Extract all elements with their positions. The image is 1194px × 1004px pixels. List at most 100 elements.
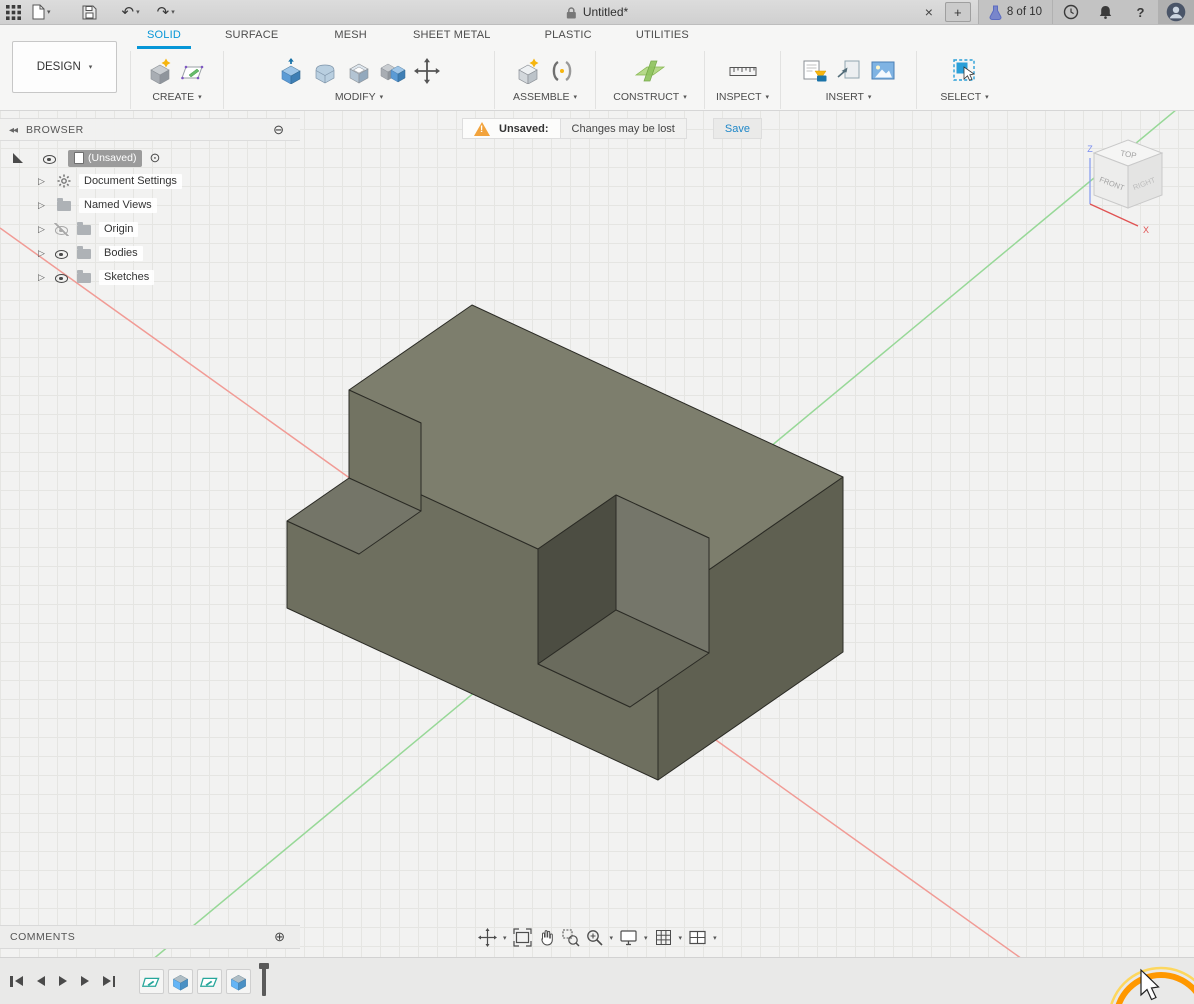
zoom-window-icon[interactable] — [561, 928, 580, 947]
visibility-eye-icon[interactable] — [54, 271, 69, 284]
notifications-button[interactable] — [1088, 0, 1123, 24]
move-icon[interactable] — [414, 58, 440, 84]
save-button[interactable]: Save — [713, 118, 762, 139]
undo-button[interactable]: ↶ ▾ — [122, 5, 140, 20]
new-component-icon[interactable] — [515, 58, 541, 84]
modify-menu[interactable]: MODIFY▾ — [335, 91, 383, 103]
expand-icon[interactable]: ▷ — [38, 272, 51, 283]
item-label[interactable]: Sketches — [99, 270, 154, 285]
redo-icon: ↷ — [157, 5, 170, 20]
construct-menu[interactable]: CONSTRUCT▾ — [613, 91, 686, 103]
fillet-icon[interactable] — [312, 58, 338, 84]
warning-label: Unsaved: — [499, 123, 549, 135]
fit-view-icon[interactable] — [513, 928, 532, 947]
inspect-menu[interactable]: INSPECT▾ — [716, 91, 769, 103]
activate-component-icon[interactable]: ⊙ — [149, 150, 160, 166]
display-settings-icon[interactable] — [619, 928, 638, 947]
skip-to-end-button[interactable] — [103, 976, 116, 987]
insert-svg-icon[interactable] — [802, 58, 828, 84]
create-sketch-icon[interactable] — [181, 58, 207, 84]
save-icon[interactable] — [82, 5, 97, 20]
pan-hand-icon[interactable] — [537, 928, 556, 947]
item-label[interactable]: Origin — [99, 222, 138, 237]
tab-solid[interactable]: SOLID — [137, 24, 191, 49]
shell-icon[interactable] — [346, 58, 372, 84]
expand-icon[interactable]: ▷ — [38, 176, 51, 187]
zoom-caret-icon[interactable]: ▾ — [610, 934, 614, 942]
tab-plastic[interactable]: PLASTIC — [545, 24, 592, 49]
item-label[interactable]: Bodies — [99, 246, 143, 261]
combine-icon[interactable] — [380, 58, 406, 84]
viewports-caret-icon[interactable]: ▾ — [713, 934, 717, 942]
create-menu[interactable]: CREATE▾ — [152, 91, 201, 103]
grid-caret-icon[interactable]: ▾ — [679, 934, 683, 942]
add-comment-icon[interactable]: ⊕ — [274, 929, 285, 945]
browser-minimize-icon[interactable]: ⊖ — [273, 122, 284, 138]
item-label[interactable]: Document Settings — [79, 174, 182, 189]
extrude-feature-icon[interactable] — [168, 969, 193, 994]
insert-menu[interactable]: INSERT▾ — [826, 91, 872, 103]
collapse-panel-icon[interactable]: ◀◀ — [9, 126, 17, 134]
document-icon — [74, 152, 84, 164]
help-button[interactable]: ? — [1123, 0, 1158, 24]
insert-derive-icon[interactable] — [836, 58, 862, 84]
timeline-bar — [0, 957, 1194, 1004]
browser-item-named-views: ▷ Named Views — [0, 193, 300, 217]
visibility-off-eye-icon[interactable] — [54, 223, 69, 236]
fusion-window: ▾ ↶ ▾ ↷ ▾ Untitled* × + 8 of 10 — [0, 0, 1194, 1004]
model-body — [287, 305, 843, 780]
browser-item-bodies: ▷ Bodies — [0, 241, 300, 265]
user-avatar[interactable] — [1158, 0, 1194, 24]
assemble-menu[interactable]: ASSEMBLE▾ — [513, 91, 577, 103]
sketch-feature-icon[interactable] — [197, 969, 222, 994]
file-menu[interactable]: ▾ — [31, 4, 51, 20]
tab-surface[interactable]: SURFACE — [225, 24, 278, 49]
construct-plane-icon[interactable] — [635, 58, 665, 84]
skip-to-start-button[interactable] — [10, 976, 23, 987]
new-tab-button[interactable]: + — [945, 2, 971, 22]
orbit-icon[interactable] — [478, 928, 497, 947]
app-grid-icon[interactable] — [5, 4, 22, 21]
extrude-feature-icon[interactable] — [226, 969, 251, 994]
viewport-canvas[interactable]: ◀◀ BROWSER ⊖ (Unsaved) ⊙ ▷ Document Sett… — [0, 110, 1194, 1004]
orbit-caret-icon[interactable]: ▾ — [503, 934, 507, 942]
recent-activity-button[interactable] — [1053, 0, 1088, 24]
play-button[interactable] — [59, 976, 67, 986]
clock-icon — [1063, 4, 1079, 20]
tab-sheet-metal[interactable]: SHEET METAL — [413, 24, 491, 49]
insert-image-icon[interactable] — [870, 58, 896, 84]
display-caret-icon[interactable]: ▾ — [644, 934, 648, 942]
joint-icon[interactable] — [549, 58, 575, 84]
root-document-chip[interactable]: (Unsaved) — [68, 150, 142, 167]
workspace-selector[interactable]: DESIGN ▾ — [12, 41, 117, 93]
step-forward-button[interactable] — [81, 976, 89, 986]
expand-icon[interactable]: ▷ — [38, 248, 51, 259]
close-tab-button[interactable]: × — [916, 4, 942, 20]
gear-icon — [57, 174, 71, 188]
group-assemble: ASSEMBLE▾ — [495, 51, 596, 109]
visibility-eye-icon[interactable] — [54, 247, 69, 260]
warning-message: Changes may be lost — [561, 118, 687, 139]
viewports-icon[interactable] — [688, 928, 707, 947]
group-create: CREATE▾ — [131, 51, 224, 109]
zoom-icon[interactable] — [585, 928, 604, 947]
redo-button[interactable]: ↷ ▾ — [157, 5, 175, 20]
select-icon[interactable] — [952, 58, 978, 84]
new-solid-icon[interactable] — [147, 58, 173, 84]
root-visibility-eye-icon[interactable] — [42, 152, 57, 165]
file-icon — [31, 4, 45, 20]
sketch-feature-icon[interactable] — [139, 969, 164, 994]
select-menu[interactable]: SELECT▾ — [940, 91, 988, 103]
expand-icon[interactable]: ▷ — [38, 224, 51, 235]
tab-mesh[interactable]: MESH — [334, 24, 367, 49]
timeline-position-marker[interactable] — [262, 966, 266, 996]
expand-icon[interactable]: ▷ — [38, 200, 51, 211]
measure-icon[interactable] — [729, 58, 757, 84]
select-caret-icon: ▾ — [985, 93, 989, 101]
item-label[interactable]: Named Views — [79, 198, 157, 213]
tab-utilities[interactable]: UTILITIES — [636, 24, 689, 49]
press-pull-icon[interactable] — [278, 58, 304, 84]
step-back-button[interactable] — [37, 976, 45, 986]
trial-counter[interactable]: 8 of 10 — [979, 0, 1053, 24]
grid-snap-icon[interactable] — [654, 928, 673, 947]
